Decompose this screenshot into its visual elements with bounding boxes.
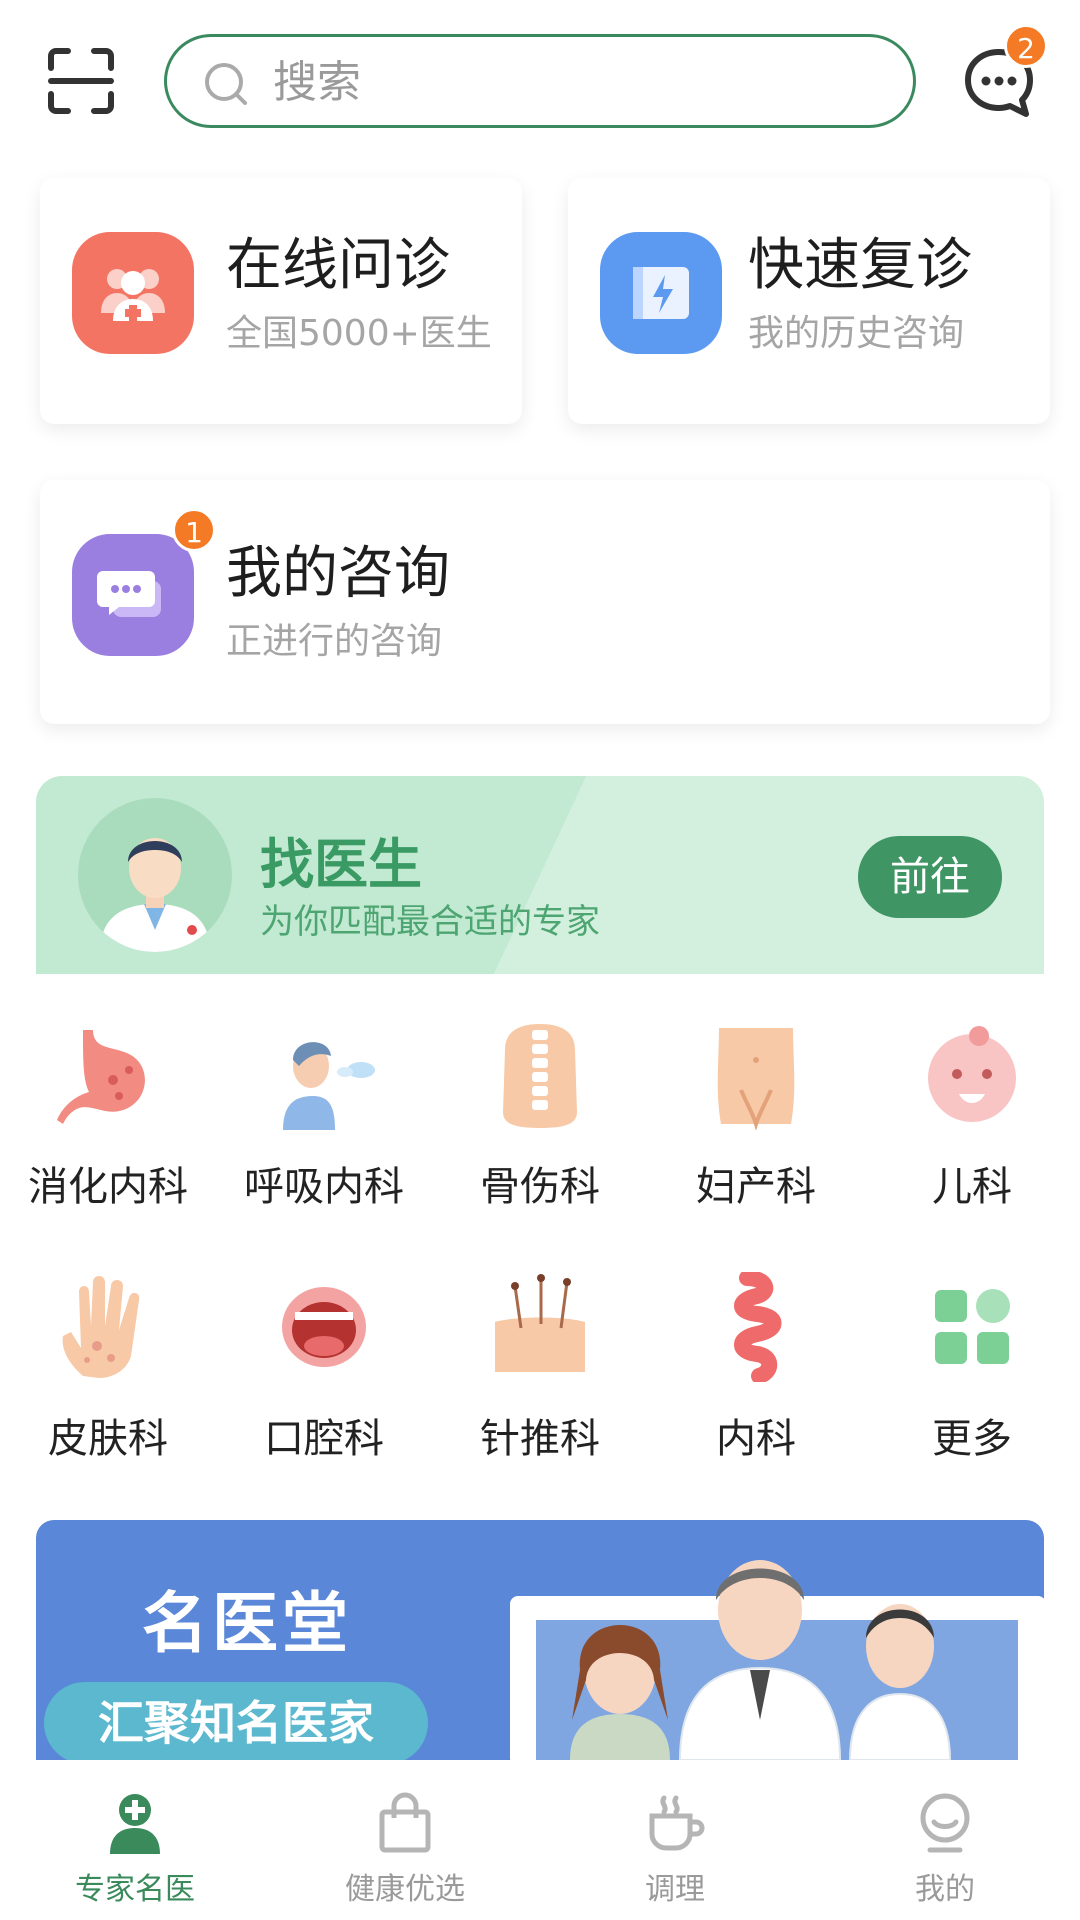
famous-doctors-banner[interactable]: 名医堂 汇聚知名医家 xyxy=(36,1520,1044,1760)
quick-revisit-card[interactable]: 快速复诊 我的历史咨询 xyxy=(568,178,1050,424)
dept-label: 更多 xyxy=(932,1416,1012,1462)
profile-icon xyxy=(914,1792,976,1854)
dept-label: 皮肤科 xyxy=(48,1416,168,1462)
messages-button[interactable]: 2 xyxy=(962,24,1048,120)
promo-title: 名医堂 xyxy=(142,1585,352,1662)
search-input[interactable] xyxy=(273,51,873,113)
go-button[interactable]: 前往 xyxy=(858,836,1002,918)
tab-mine[interactable]: 我的 xyxy=(810,1760,1080,1920)
scan-icon[interactable] xyxy=(48,48,114,114)
card-subtitle: 正进行的咨询 xyxy=(226,621,443,662)
dept-more[interactable]: 更多 xyxy=(864,1272,1080,1464)
baby-icon xyxy=(917,1020,1027,1130)
message-count-badge: 2 xyxy=(1004,24,1048,68)
dept-obstetrics[interactable]: 妇产科 xyxy=(648,1020,864,1212)
doctors-illustration xyxy=(470,1520,1044,1760)
dept-label: 针推科 xyxy=(480,1416,600,1462)
intestine-icon xyxy=(701,1270,811,1384)
nav-label: 健康优选 xyxy=(345,1872,465,1907)
card-subtitle: 全国5000+医生 xyxy=(226,313,492,354)
search-icon xyxy=(203,61,249,107)
dept-stomatology[interactable]: 口腔科 xyxy=(216,1272,432,1464)
online-consult-card[interactable]: 在线问诊 全国5000+医生 xyxy=(40,178,522,424)
tab-regimen[interactable]: 调理 xyxy=(540,1760,810,1920)
tab-experts[interactable]: 专家名医 xyxy=(0,1760,270,1920)
dept-orthopedics[interactable]: 骨伤科 xyxy=(432,1020,648,1212)
doctor-avatar xyxy=(78,798,232,952)
breathing-icon xyxy=(269,1020,379,1130)
hand-icon xyxy=(53,1272,163,1382)
dept-internal-medicine[interactable]: 内科 xyxy=(648,1270,864,1464)
shopping-bag-icon xyxy=(374,1792,436,1854)
spine-icon xyxy=(485,1020,595,1130)
lightning-icon xyxy=(600,232,722,354)
stomach-icon xyxy=(53,1020,163,1130)
doctors-icon xyxy=(72,232,194,354)
chat-bubble-icon xyxy=(72,534,194,656)
dept-label: 骨伤科 xyxy=(480,1164,600,1210)
find-doctor-banner[interactable]: 找医生 为你匹配最合适的专家 前往 xyxy=(36,776,1044,974)
top-bar: 2 xyxy=(0,0,1080,165)
dept-label: 妇产科 xyxy=(696,1164,816,1210)
dept-gastroenterology[interactable]: 消化内科 xyxy=(0,1020,216,1212)
consult-count-badge: 1 xyxy=(172,508,216,552)
acupuncture-icon xyxy=(485,1272,595,1382)
dept-pediatrics[interactable]: 儿科 xyxy=(864,1020,1080,1212)
find-doctor-subtitle: 为你匹配最合适的专家 xyxy=(260,902,600,942)
mouth-icon xyxy=(269,1272,379,1382)
dept-acupuncture[interactable]: 针推科 xyxy=(432,1272,648,1464)
dept-label: 口腔科 xyxy=(264,1416,384,1462)
card-title: 快速复诊 xyxy=(748,233,972,298)
tab-health-select[interactable]: 健康优选 xyxy=(270,1760,540,1920)
doctor-cross-icon xyxy=(104,1792,166,1854)
card-subtitle: 我的历史咨询 xyxy=(748,313,965,354)
my-consult-card[interactable]: 1 我的咨询 正进行的咨询 xyxy=(40,480,1050,724)
search-bar[interactable] xyxy=(164,34,916,128)
tea-cup-icon xyxy=(644,1792,706,1854)
bottom-nav: 专家名医 健康优选 调理 我的 xyxy=(0,1760,1080,1920)
dept-respiratory[interactable]: 呼吸内科 xyxy=(216,1020,432,1212)
promo-pill: 汇聚知名医家 xyxy=(44,1682,428,1760)
dept-label: 呼吸内科 xyxy=(244,1164,404,1210)
pelvis-icon xyxy=(701,1020,811,1131)
nav-label: 调理 xyxy=(645,1872,705,1907)
dept-label: 内科 xyxy=(716,1416,796,1462)
dept-label: 消化内科 xyxy=(28,1164,188,1210)
dept-label: 儿科 xyxy=(932,1164,1012,1210)
grid-more-icon xyxy=(917,1272,1027,1382)
card-title: 我的咨询 xyxy=(226,541,450,606)
nav-label: 专家名医 xyxy=(75,1872,195,1907)
find-doctor-title: 找医生 xyxy=(260,833,422,896)
nav-label: 我的 xyxy=(915,1872,975,1907)
card-title: 在线问诊 xyxy=(226,233,450,298)
dept-dermatology[interactable]: 皮肤科 xyxy=(0,1272,216,1464)
